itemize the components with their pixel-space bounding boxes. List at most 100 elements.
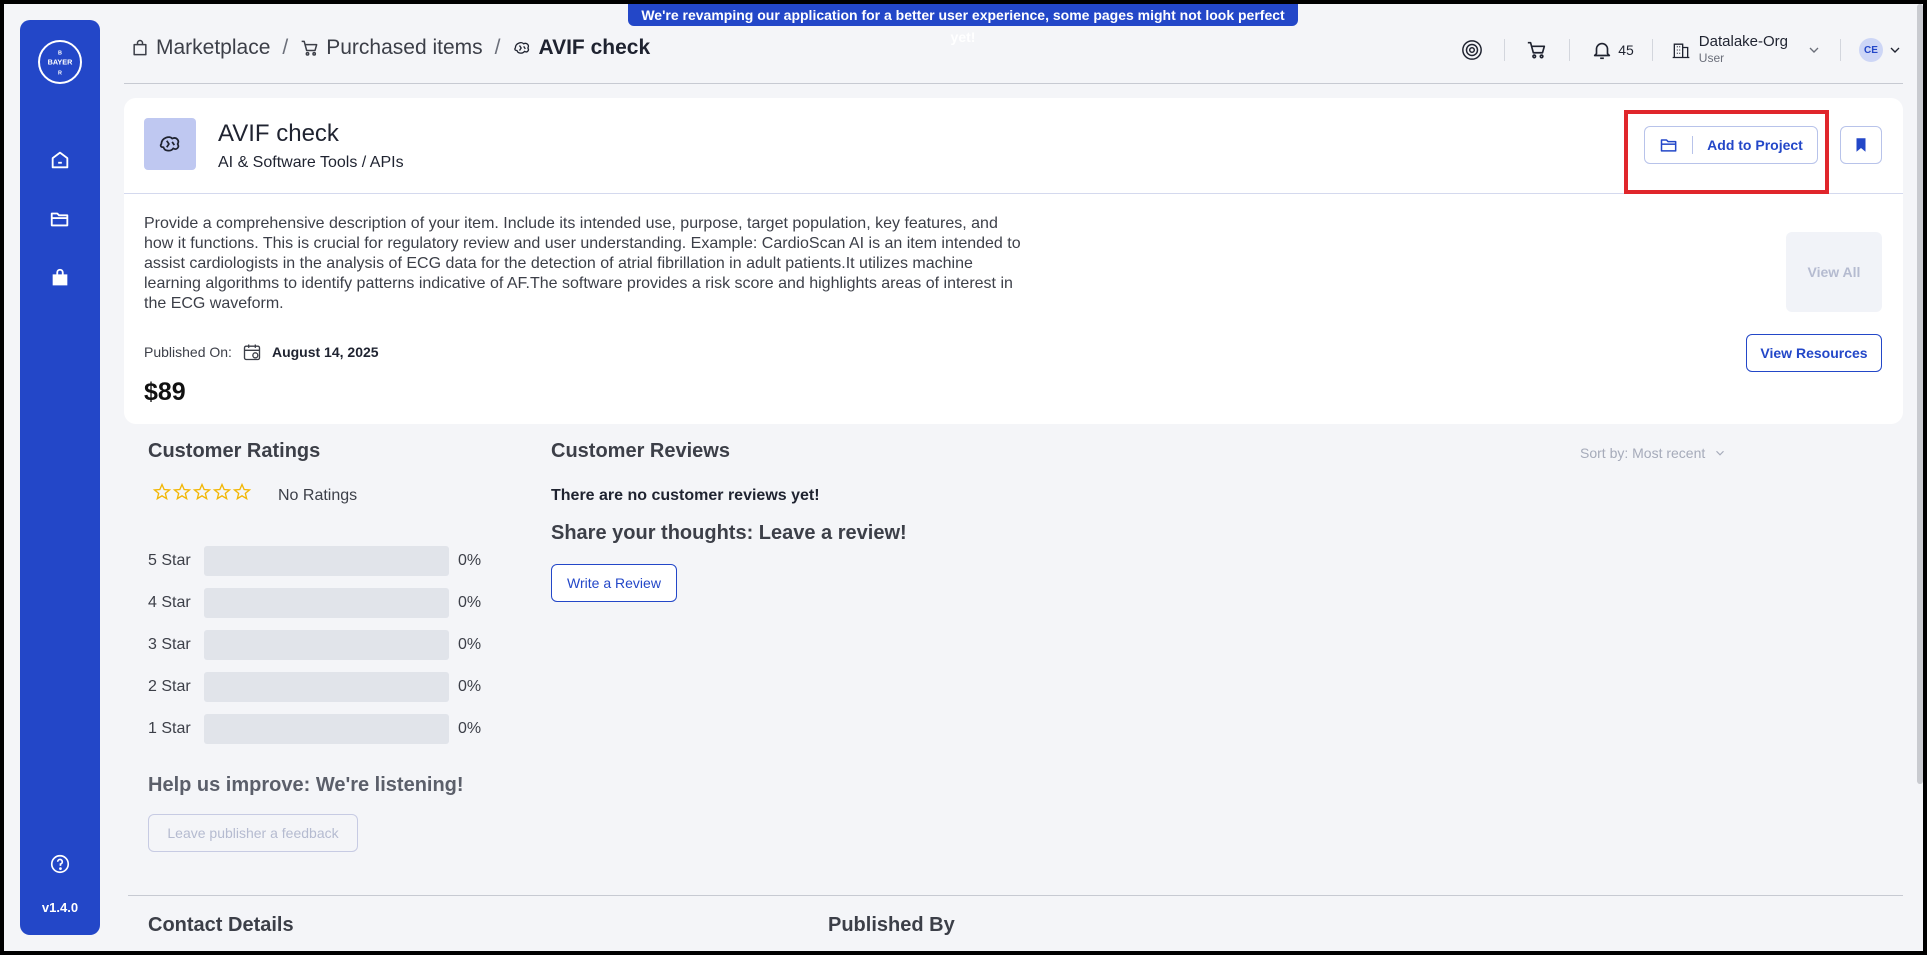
- brain-icon: [514, 42, 530, 54]
- sidebar-item-projects[interactable]: [44, 203, 76, 235]
- rating-label: 2 Star: [148, 678, 191, 695]
- star-rating: [152, 482, 252, 502]
- rating-row-5: 5 Star 0%: [148, 546, 481, 576]
- home-icon: [51, 151, 69, 169]
- bookmark-button[interactable]: [1840, 126, 1882, 164]
- rating-bar: [204, 630, 449, 660]
- app-frame: We're revamping our application for a be…: [4, 4, 1923, 951]
- divider: [1840, 39, 1841, 61]
- rating-row-4: 4 Star 0%: [148, 588, 481, 618]
- bell-icon-wrap: [1588, 36, 1616, 64]
- help-improve-title: Help us improve: We're listening!: [148, 774, 464, 796]
- rating-percent: 0%: [458, 552, 482, 569]
- org-text: Datalake-Org User: [1699, 34, 1788, 66]
- sidebar-item-marketplace[interactable]: [44, 262, 76, 294]
- folder-icon: [50, 212, 69, 227]
- page-scrollbar[interactable]: [1917, 4, 1923, 784]
- customer-ratings-title: Customer Ratings: [148, 440, 321, 462]
- cart-button[interactable]: [1523, 36, 1551, 64]
- rating-bar: [204, 714, 449, 744]
- divider: [1651, 39, 1653, 61]
- org-role: User: [1698, 51, 1725, 65]
- rating-bar: [204, 546, 449, 576]
- settings-button[interactable]: [1458, 36, 1486, 64]
- section-divider: [128, 895, 1903, 896]
- notification-count: 45: [1618, 42, 1634, 58]
- rating-row-2: 2 Star 0%: [148, 672, 481, 702]
- product-thumbnail: [144, 118, 196, 170]
- rating-bar: [204, 672, 449, 702]
- help-icon: [50, 854, 70, 874]
- contact-details-title: Contact Details: [148, 914, 294, 936]
- view-all-button[interactable]: View All: [1786, 232, 1882, 312]
- published-by-title: Published By: [828, 914, 955, 936]
- star-icon: [232, 482, 252, 501]
- no-ratings-text: No Ratings: [278, 487, 358, 504]
- user-menu[interactable]: CE: [1859, 38, 1903, 62]
- avatar: CE: [1859, 38, 1883, 62]
- star-icon: [192, 482, 212, 501]
- sort-dropdown[interactable]: Sort by: Most recent: [1580, 445, 1727, 461]
- leave-feedback-button[interactable]: Leave publisher a feedback: [148, 814, 358, 852]
- rating-percent: 0%: [458, 720, 482, 737]
- folder-icon-wrap: [1645, 136, 1693, 154]
- notifications-button[interactable]: 45: [1588, 36, 1634, 64]
- help-button[interactable]: [44, 848, 76, 880]
- target-icon: [1462, 40, 1483, 60]
- cart-icon: [301, 40, 318, 56]
- org-switcher[interactable]: Datalake-Org User: [1671, 34, 1822, 66]
- sidebar-item-home[interactable]: [44, 144, 76, 176]
- chevron-down-icon: [1809, 47, 1819, 53]
- published-info: Published On: August 14, 2025: [144, 342, 379, 362]
- bell-icon: [1594, 42, 1611, 60]
- app-version: v1.4.0: [41, 900, 79, 915]
- rating-percent: 0%: [458, 678, 482, 695]
- svg-text:R: R: [58, 71, 62, 77]
- breadcrumb-purchased-items[interactable]: Purchased items: [300, 36, 483, 60]
- rating-label: 5 Star: [148, 552, 191, 569]
- svg-text:B: B: [58, 51, 62, 57]
- breadcrumb: Marketplace / Purchased items / AVIF che…: [130, 36, 650, 60]
- sidebar: BAYER B R v1.4.0: [20, 20, 100, 935]
- brain-icon: [159, 136, 180, 152]
- breadcrumb-separator: /: [494, 36, 501, 59]
- top-header: Marketplace / Purchased items / AVIF che…: [124, 26, 1903, 84]
- product-description: Provide a comprehensive description of y…: [144, 215, 1021, 312]
- announcement-banner: We're revamping our application for a be…: [628, 4, 1298, 45]
- published-label: Published On:: [144, 344, 232, 360]
- product-card: AVIF check AI & Software Tools / APIs Ad…: [124, 98, 1903, 424]
- rating-row-1: 1 Star 0%: [148, 714, 481, 744]
- customer-reviews-title: Customer Reviews: [551, 440, 730, 462]
- add-to-project-button[interactable]: Add to Project: [1644, 126, 1818, 164]
- bookmark-icon: [1856, 138, 1866, 152]
- chevron-down-icon: [1716, 450, 1725, 456]
- rating-percent: 0%: [458, 594, 482, 611]
- breadcrumb-label: Purchased items: [326, 36, 483, 59]
- write-review-button[interactable]: Write a Review: [551, 564, 677, 602]
- star-icon: [172, 482, 192, 501]
- header-actions: 45 Datalake-Org User CE: [1458, 34, 1903, 66]
- share-thoughts-text: Share your thoughts: Leave a review!: [551, 522, 907, 544]
- published-date: August 14, 2025: [271, 344, 379, 360]
- rating-percent: 0%: [458, 636, 482, 653]
- product-price: $89: [144, 378, 186, 406]
- page-title: AVIF check: [538, 36, 651, 59]
- product-category: AI & Software Tools / APIs: [218, 154, 404, 171]
- calendar-icon: [243, 344, 261, 361]
- star-icon: [152, 482, 172, 501]
- star-icon: [212, 482, 232, 501]
- rating-label: 3 Star: [148, 636, 191, 653]
- bayer-logo[interactable]: BAYER B R: [38, 40, 82, 84]
- rating-label: 1 Star: [148, 720, 191, 737]
- chevron-down-icon: [1890, 47, 1900, 53]
- svg-text:BAYER: BAYER: [48, 58, 74, 67]
- breadcrumb-label: Marketplace: [156, 36, 271, 59]
- bag-icon: [133, 39, 147, 56]
- view-resources-button[interactable]: View Resources: [1746, 334, 1882, 372]
- divider: [1504, 39, 1506, 61]
- rating-row-3: 3 Star 0%: [148, 630, 481, 660]
- no-reviews-text: There are no customer reviews yet!: [551, 487, 820, 504]
- add-to-project-label: Add to Project: [1707, 137, 1803, 153]
- divider: [1569, 39, 1571, 61]
- breadcrumb-marketplace[interactable]: Marketplace: [130, 36, 270, 60]
